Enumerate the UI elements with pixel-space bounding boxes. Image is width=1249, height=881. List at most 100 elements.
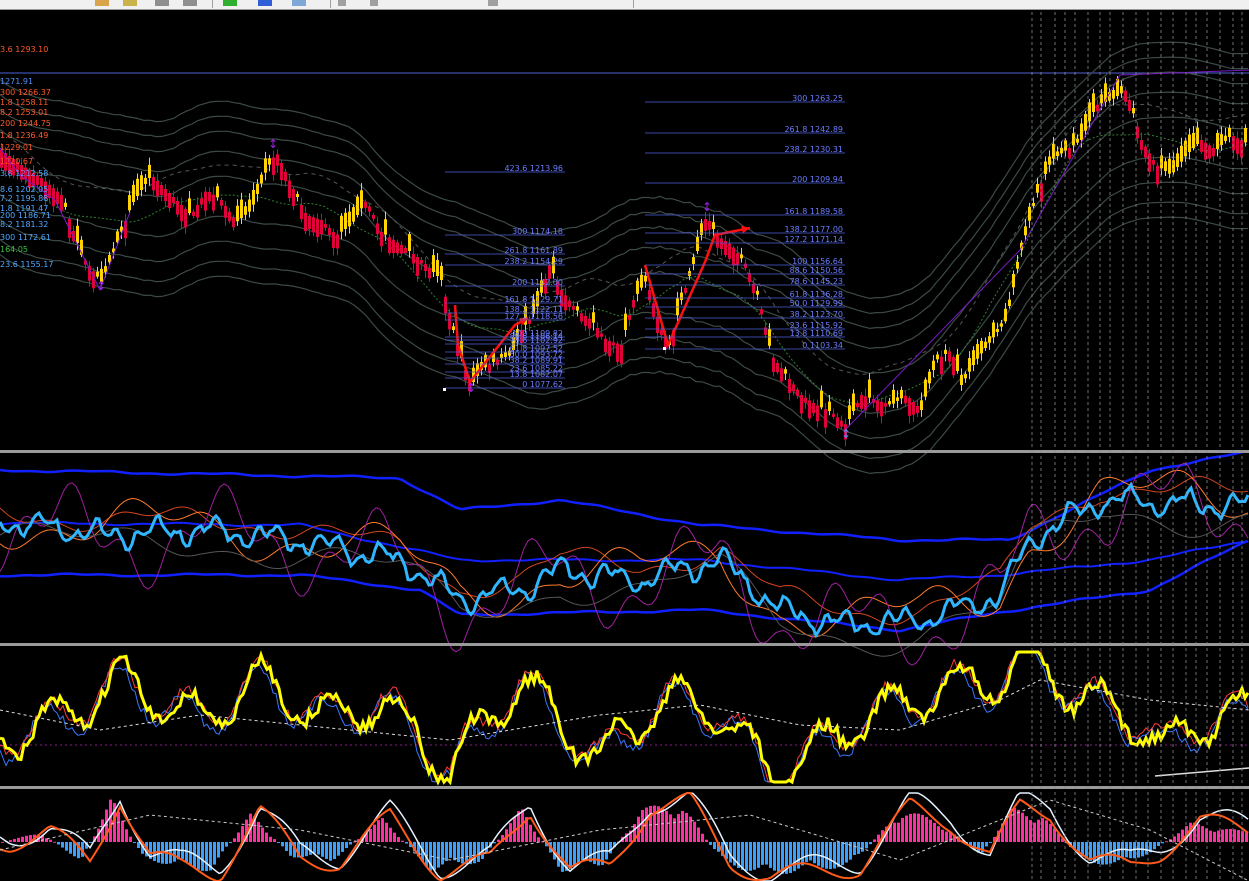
macd-histogram-bar [129,836,132,842]
macd-indicator-panel[interactable] [0,791,1249,881]
candle-body [96,271,99,277]
macd-histogram-bar [461,842,464,864]
candle-body [736,253,739,265]
candle-body [1032,202,1035,206]
macd-histogram-bar [61,842,64,848]
lower-band-line [0,539,1249,633]
candle-body [312,217,315,233]
candle-body [956,354,959,371]
macd-histogram-bar [865,842,868,849]
candle-body [392,239,395,254]
candle-body [404,248,407,254]
candle-body [268,158,271,165]
candle-body [1176,153,1179,167]
macd-histogram-bar [925,816,928,842]
candle-body [640,274,643,288]
candle-body [616,343,619,362]
macd-histogram-bar [453,842,456,861]
fib-level-label: 50.0 1129.99 [790,299,843,308]
macd-histogram-bar [257,822,260,842]
price-panel[interactable]: ↕↕↕↕↕423.6 1213.96300 1174.18261.8 1161.… [0,41,1249,475]
macd-histogram-bar [1021,812,1024,842]
candle-body [612,342,615,346]
macd-histogram-bar [845,842,848,863]
candle-body [828,401,831,412]
candle-body [588,318,591,329]
bands-indicator-panel[interactable] [0,450,1249,666]
macd-histogram-bar [825,842,828,869]
macd-histogram-bar [53,841,56,843]
fib-level-label: 100 1156.64 [792,257,843,266]
macd-histogram-bar [673,818,676,842]
left-fib-label: 1.8 1236.49 [0,131,48,140]
candle-body [692,257,695,264]
candle-body [140,175,143,190]
candle-body [276,154,279,166]
macd-histogram-bar [309,842,312,855]
candle-body [128,195,131,211]
candle-body [980,340,983,354]
candle-body [204,191,207,211]
candle-body [756,290,759,295]
candle-body [1144,146,1147,158]
macd-histogram-bar [757,842,760,868]
trading-chart[interactable]: ↕↕↕↕↕423.6 1213.96300 1174.18261.8 1161.… [0,0,1249,881]
macd-histogram-bar [833,842,836,869]
fib-level-label: 138.2 1177.00 [784,225,843,234]
candle-body [252,190,255,205]
candle-body [944,349,947,354]
left-fib-label: 300 1266.37 [0,88,51,97]
candle-body [1004,308,1007,322]
candle-body [388,237,391,254]
macd-histogram-bar [1237,830,1240,842]
macd-histogram-bar [733,842,736,866]
candle-body [820,390,823,408]
left-fib-label: 8.6 1202.05 [0,185,48,194]
candle-body [416,257,419,276]
stochastic-indicator-panel[interactable] [0,650,1249,786]
left-fib-label: 23.6 1155.17 [0,260,53,269]
candle-body [360,190,363,209]
candle-body [1000,323,1003,327]
left-fib-label: 200 1186.71 [0,211,51,220]
candle-body [152,177,155,191]
macd-histogram-bar [285,842,288,851]
candle-body [600,333,603,337]
candle-body [572,306,575,310]
stochastic-signal-line [0,651,1249,783]
candle-body [192,211,195,216]
bands-aux-line [0,462,1249,666]
fib-level-label: 0 1077.62 [522,380,563,389]
macd-histogram-bar [669,814,672,842]
candle-body [236,205,239,222]
candle-body [328,228,331,236]
candle-body [796,389,799,396]
candle-body [592,312,595,323]
macd-histogram-bar [901,817,904,842]
fib-level-label: 161.8 1189.58 [784,207,843,216]
macd-histogram-bar [437,842,440,868]
macd-histogram-bar [321,842,324,857]
candle-body [164,189,167,201]
candle-body [1244,128,1247,143]
fib-level-label: 423.6 1213.96 [504,164,563,173]
candle-body [656,316,659,334]
macd-histogram-bar [921,814,924,842]
macd-histogram-bar [89,842,92,843]
candle-body [452,326,455,330]
candle-body [1112,89,1115,99]
candle-body [228,211,231,222]
macd-histogram-bar [1229,828,1232,842]
candle-body [240,199,243,218]
candle-body [1204,142,1207,160]
macd-histogram-bar [493,842,496,844]
candle-body [636,280,639,294]
macd-histogram-bar [681,810,684,842]
candle-body [804,397,807,403]
candle-body [1240,140,1243,158]
candle-body [412,254,415,264]
candle-body [900,389,903,399]
candle-body [380,232,383,247]
candle-body [1056,151,1059,156]
candle-body [932,360,935,370]
